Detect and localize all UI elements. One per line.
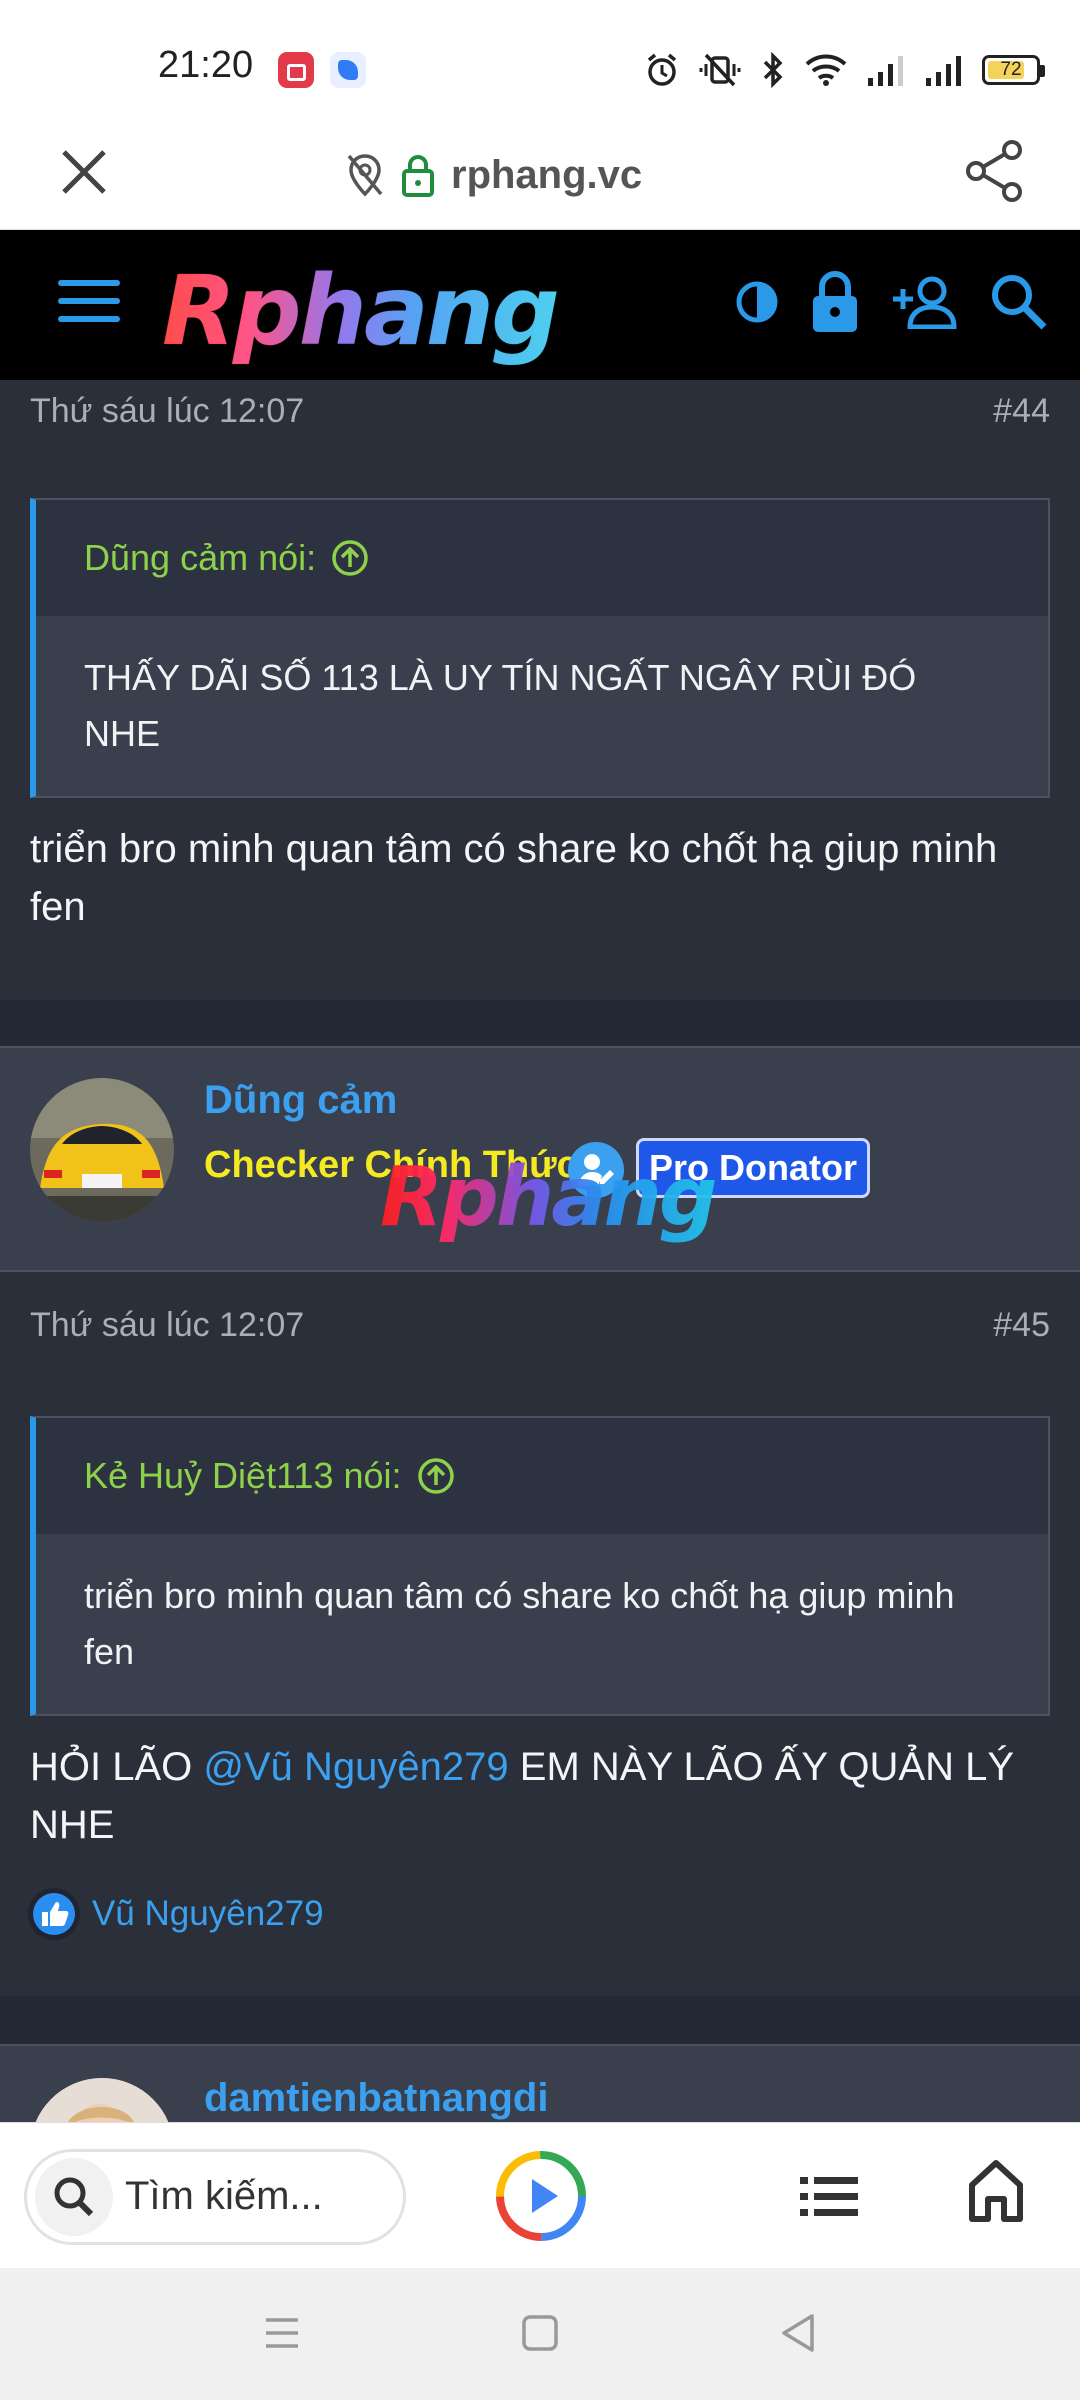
list-icon[interactable] bbox=[798, 2169, 860, 2225]
location-off-icon bbox=[347, 154, 383, 197]
battery-icon: 72 bbox=[982, 55, 1045, 85]
battery-level: 72 bbox=[1000, 59, 1022, 80]
address-area[interactable]: rphang.vc bbox=[345, 150, 642, 200]
search-box[interactable]: Tìm kiếm... bbox=[24, 2149, 406, 2245]
wifi-icon bbox=[805, 54, 847, 86]
theme-toggle-icon[interactable] bbox=[734, 279, 780, 325]
search-placeholder[interactable]: Tìm kiếm... bbox=[125, 2174, 323, 2219]
quote-header[interactable]: Kẻ Huỷ Diệt113 nói: bbox=[36, 1418, 1048, 1534]
post-44: Thứ sáu lúc 12:07 #44 Dũng cảm nói: THẤY… bbox=[0, 380, 1080, 1000]
user-mention-link[interactable]: @Vũ Nguyên279 bbox=[203, 1745, 508, 1789]
bluetooth-icon bbox=[763, 52, 783, 88]
post-message: HỎI LÃO @Vũ Nguyên279 EM NÀY LÃO ẤY QUẢN… bbox=[30, 1738, 1060, 1854]
header-actions bbox=[734, 270, 1048, 334]
username[interactable]: damtienbatnangdi bbox=[204, 2076, 548, 2121]
post-separator bbox=[0, 1000, 1080, 1046]
status-time: 21:20 bbox=[158, 44, 254, 86]
username[interactable]: Dũng cảm bbox=[204, 1078, 397, 1123]
site-logo[interactable]: Rphang bbox=[162, 255, 560, 367]
post-45: Thứ sáu lúc 12:07 #45 Kẻ Huỷ Diệt113 nói… bbox=[0, 1272, 1080, 1996]
quote-block: Kẻ Huỷ Diệt113 nói: triển bro minh quan … bbox=[30, 1416, 1050, 1716]
arrow-up-circle-icon[interactable] bbox=[330, 538, 370, 578]
arrow-up-circle-icon[interactable] bbox=[416, 1456, 456, 1496]
reaction-user-link[interactable]: Vũ Nguyên279 bbox=[92, 1894, 324, 1934]
quote-author[interactable]: Kẻ Huỷ Diệt113 nói: bbox=[84, 1455, 402, 1497]
play-icon[interactable] bbox=[494, 2149, 588, 2243]
post-number[interactable]: #45 bbox=[993, 1306, 1050, 1345]
site-watermark: Rphang bbox=[380, 1150, 718, 1245]
alarm-icon bbox=[647, 53, 677, 86]
search-icon bbox=[35, 2158, 113, 2236]
lock-icon bbox=[402, 155, 434, 197]
close-icon[interactable] bbox=[58, 146, 110, 198]
share-icon[interactable] bbox=[964, 138, 1026, 204]
lock-icon[interactable] bbox=[810, 270, 860, 334]
search-icon[interactable] bbox=[990, 273, 1048, 331]
recents-icon[interactable] bbox=[262, 2312, 302, 2354]
signal-icon bbox=[926, 56, 961, 86]
quote-author[interactable]: Dũng cảm nói: bbox=[84, 537, 316, 579]
site-header: Rphang bbox=[0, 230, 1080, 380]
post-message: triển bro minh quan tâm có share ko chốt… bbox=[30, 827, 998, 929]
system-navigation-bar bbox=[0, 2268, 1080, 2400]
reactions-bar[interactable]: Vũ Nguyên279 bbox=[26, 1886, 324, 1942]
back-icon[interactable] bbox=[778, 2312, 818, 2354]
post-number[interactable]: #44 bbox=[993, 392, 1050, 431]
quote-header[interactable]: Dũng cảm nói: bbox=[36, 500, 1048, 616]
status-bar: 21:20 72 bbox=[0, 0, 1080, 130]
menu-icon[interactable] bbox=[58, 280, 120, 330]
register-icon[interactable] bbox=[890, 275, 960, 329]
post-date[interactable]: Thứ sáu lúc 12:07 bbox=[30, 392, 304, 431]
url-text[interactable]: rphang.vc bbox=[451, 153, 642, 198]
home-icon[interactable] bbox=[968, 2159, 1024, 2223]
browser-url-bar: rphang.vc bbox=[0, 130, 1080, 230]
post-separator bbox=[0, 1996, 1080, 2044]
video-app-icon bbox=[278, 52, 314, 88]
browser-bottom-toolbar: Tìm kiếm... bbox=[0, 2122, 1080, 2268]
blue-app-icon bbox=[330, 52, 366, 88]
avatar[interactable] bbox=[30, 1078, 174, 1222]
quote-text: triển bro minh quan tâm có share ko chốt… bbox=[84, 1575, 955, 1672]
like-icon bbox=[28, 1888, 80, 1940]
message-text: HỎI LÃO bbox=[30, 1745, 204, 1789]
signal-icon bbox=[868, 56, 903, 86]
home-square-icon[interactable] bbox=[520, 2312, 560, 2354]
quote-text: THẤY DÃI SỐ 113 LÀ UY TÍN NGẤT NGÂY RÙI … bbox=[84, 657, 917, 754]
status-icons: 72 bbox=[644, 48, 1045, 92]
vibrate-off-icon bbox=[699, 53, 741, 87]
quote-block: Dũng cảm nói: THẤY DÃI SỐ 113 LÀ UY TÍN … bbox=[30, 498, 1050, 798]
post-date[interactable]: Thứ sáu lúc 12:07 bbox=[30, 1306, 304, 1345]
